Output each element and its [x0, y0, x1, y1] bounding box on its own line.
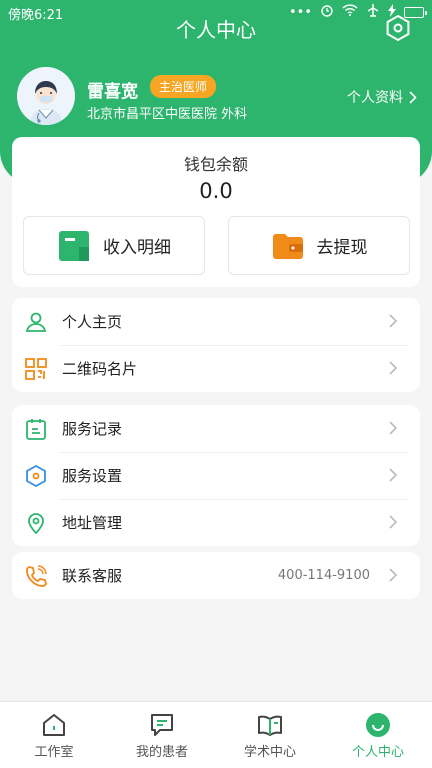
hotline-number: 400-114-9100 — [277, 568, 370, 583]
wallet-balance-amount: 0.0 — [199, 179, 233, 203]
chevron-right-icon — [389, 568, 398, 582]
income-details-button[interactable]: 收入明细 — [23, 216, 205, 275]
doctor-avatar-icon — [17, 67, 75, 125]
smile-user-icon — [365, 712, 391, 738]
menu-item-label: 服务设置 — [62, 467, 123, 485]
menu-item-customer-service[interactable]: 联系客服 400-114-9100 — [12, 552, 420, 599]
settings-hexagon-icon — [386, 14, 410, 42]
location-pin-icon — [24, 511, 48, 535]
tab-academic-center[interactable]: 学术中心 — [216, 702, 324, 768]
tab-label: 学术中心 — [243, 745, 296, 760]
tab-personal-center[interactable]: 个人中心 — [324, 702, 432, 768]
wallet-balance-label: 钱包余额 — [183, 155, 248, 174]
withdraw-button[interactable]: 去提现 — [228, 216, 410, 275]
ledger-icon — [59, 230, 89, 261]
menu-item-service-records[interactable]: 服务记录 — [12, 405, 420, 452]
settings-button[interactable] — [384, 14, 412, 42]
menu-item-address-management[interactable]: 地址管理 — [12, 499, 420, 546]
avatar[interactable] — [17, 67, 75, 125]
menu-item-label: 地址管理 — [62, 514, 123, 532]
profile-details-link[interactable]: 个人资料 — [347, 87, 417, 107]
hexagon-settings-icon — [24, 464, 48, 488]
menu-item-label: 个人主页 — [62, 313, 123, 331]
doctor-name: 雷喜宽 — [87, 82, 138, 102]
chevron-right-icon — [389, 515, 398, 529]
phone-icon — [24, 564, 48, 588]
menu-item-qr-card[interactable]: 二维码名片 — [12, 345, 420, 392]
chevron-right-icon — [389, 314, 398, 328]
chevron-right-icon — [409, 90, 417, 104]
menu-group-profile: 个人主页 二维码名片 — [12, 298, 420, 392]
menu-item-label: 二维码名片 — [62, 360, 138, 378]
bottom-tab-bar: 工作室 我的患者 学术中心 个人中心 — [0, 701, 432, 768]
home-icon — [41, 712, 67, 738]
menu-item-personal-homepage[interactable]: 个人主页 — [12, 298, 420, 345]
message-icon — [149, 712, 175, 738]
tab-studio[interactable]: 工作室 — [0, 702, 108, 768]
tab-label: 工作室 — [34, 745, 74, 760]
chevron-right-icon — [389, 361, 398, 375]
wallet-icon — [272, 233, 303, 259]
clipboard-icon — [24, 417, 48, 441]
wallet-card: 钱包余额 0.0 收入明细 去提现 — [12, 137, 420, 287]
menu-group-service: 服务记录 服务设置 地址管理 — [12, 405, 420, 546]
tab-my-patients[interactable]: 我的患者 — [108, 702, 216, 768]
book-icon — [257, 712, 283, 738]
profile-section: 雷喜宽 主治医师 北京市昌平区中医医院 外科 个人资料 — [17, 67, 417, 127]
tab-label: 个人中心 — [351, 745, 404, 760]
page-title: 个人中心 — [176, 18, 256, 42]
withdraw-label: 去提现 — [316, 238, 368, 258]
menu-item-label: 服务记录 — [62, 420, 123, 438]
menu-item-label: 联系客服 — [62, 567, 123, 585]
menu-group-support: 联系客服 400-114-9100 — [12, 552, 420, 599]
title-badge: 主治医师 — [150, 75, 217, 98]
menu-item-service-settings[interactable]: 服务设置 — [12, 452, 420, 499]
income-details-label: 收入明细 — [103, 238, 171, 258]
chevron-right-icon — [389, 421, 398, 435]
chevron-right-icon — [389, 468, 398, 482]
person-icon — [24, 310, 48, 334]
profile-link-label: 个人资料 — [347, 90, 403, 106]
tab-label: 我的患者 — [135, 745, 188, 760]
qr-code-icon — [24, 357, 48, 381]
hospital-department: 北京市昌平区中医医院 外科 — [87, 107, 248, 122]
